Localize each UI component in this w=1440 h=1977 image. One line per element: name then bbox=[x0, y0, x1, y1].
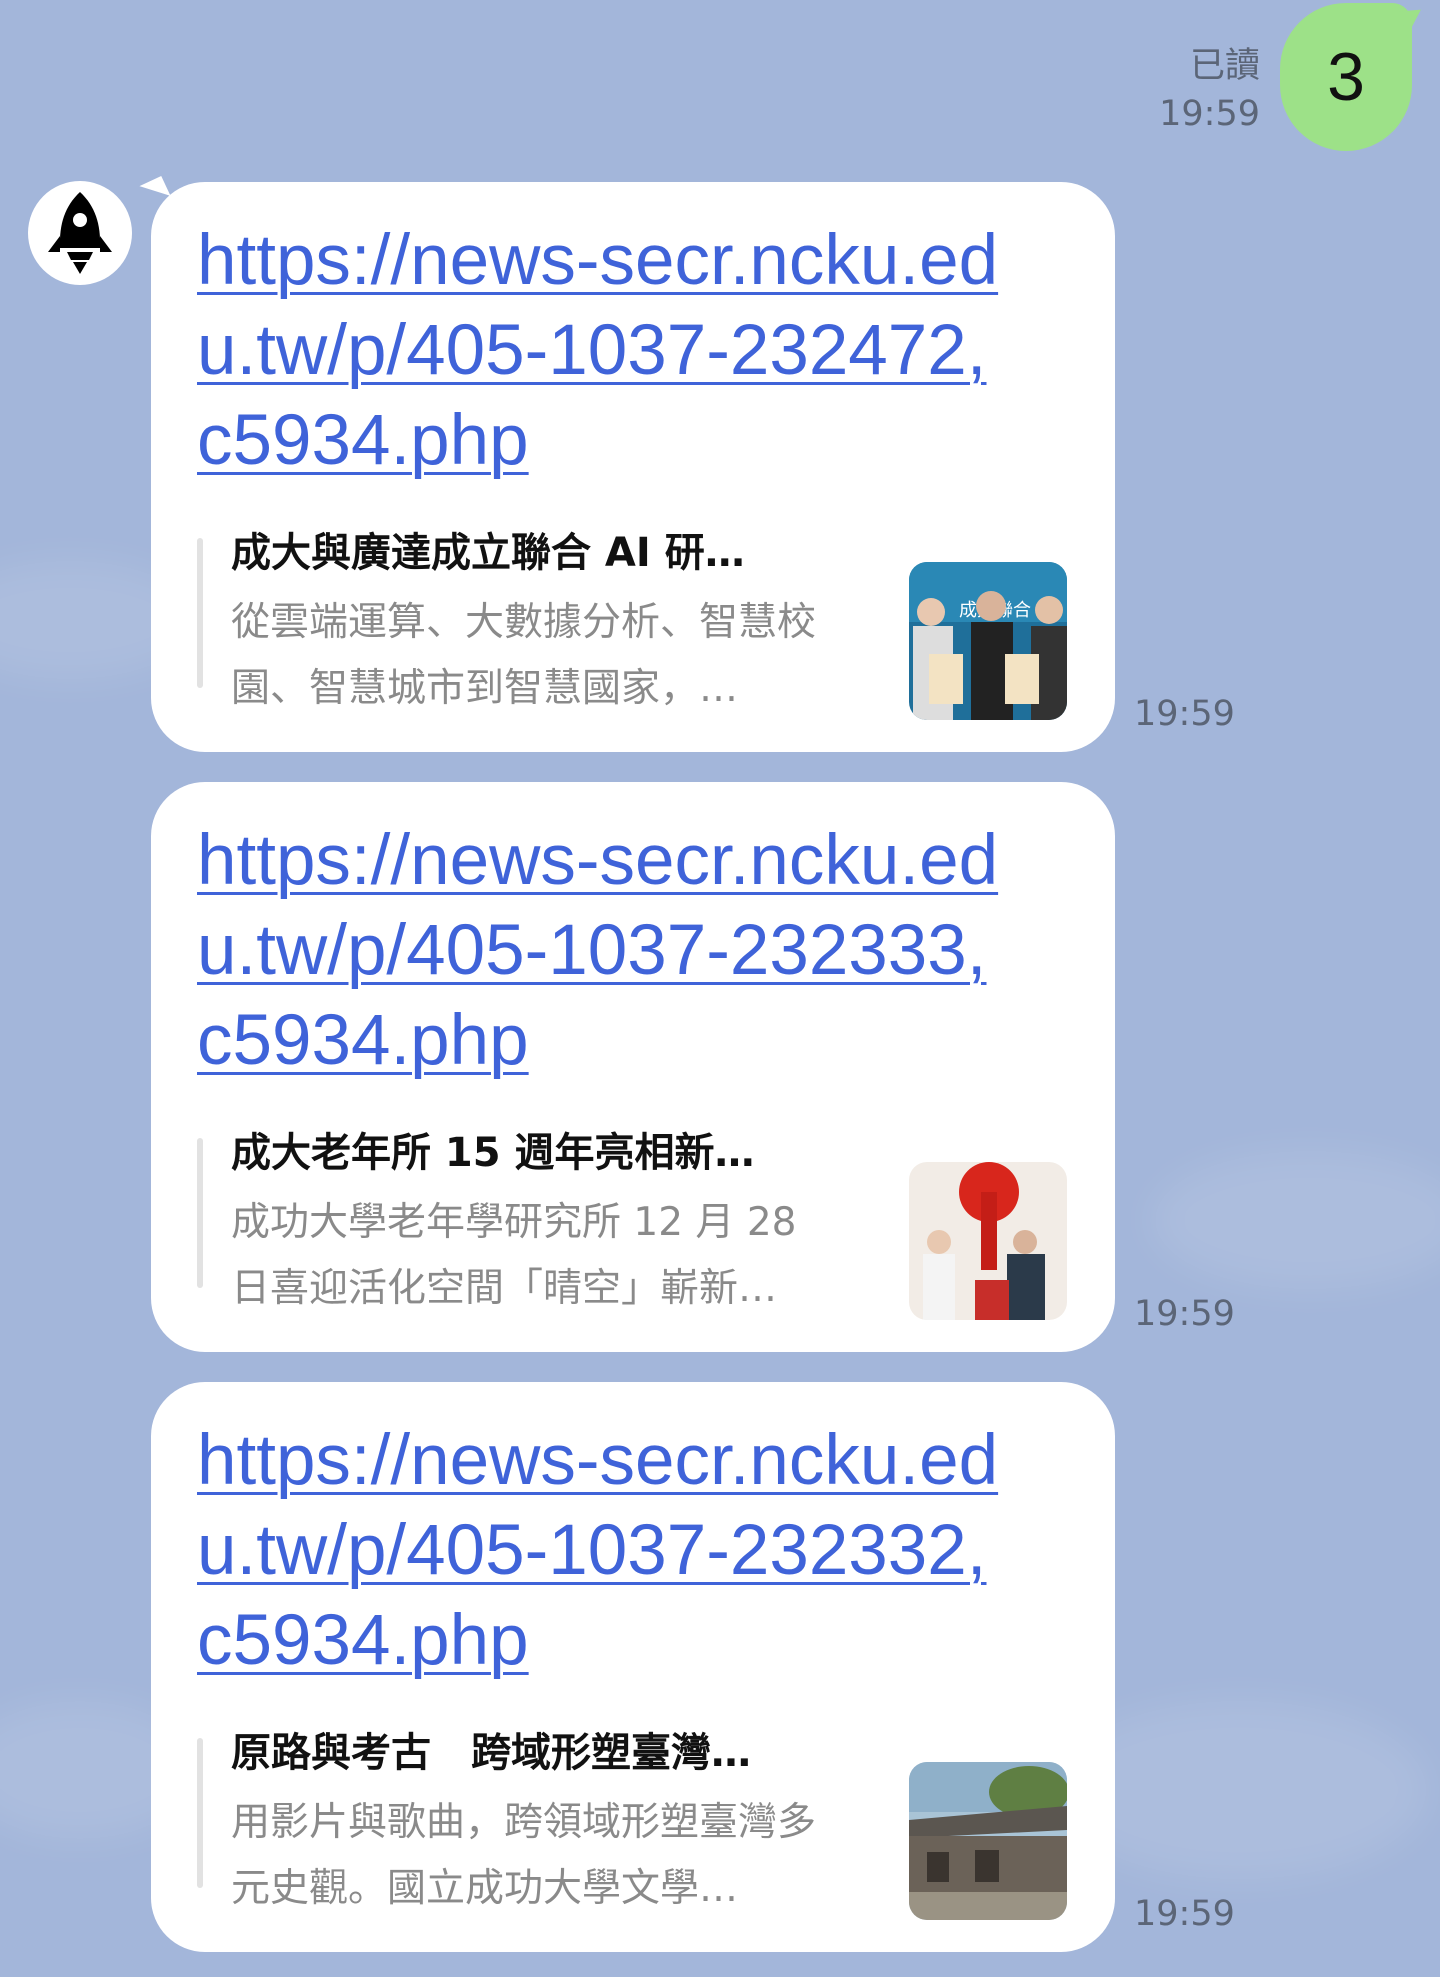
sent-time: 19:59 bbox=[1159, 94, 1260, 134]
message-link[interactable]: https://news-secr.ncku.edu.tw/p/405-1037… bbox=[197, 1416, 1017, 1686]
preview-thumbnail[interactable]: 成大聯合 bbox=[909, 562, 1067, 720]
message-link[interactable]: https://news-secr.ncku.edu.tw/p/405-1037… bbox=[197, 216, 1017, 486]
preview-description: 成功大學老年學研究所 12 月 28 日喜迎活化空間「晴空」嶄新… bbox=[231, 1200, 797, 1311]
rocket-icon bbox=[48, 192, 112, 274]
message-time: 19:59 bbox=[1134, 1894, 1235, 1934]
message-time: 19:59 bbox=[1134, 694, 1235, 734]
preview-title: 原路與考古 跨域形塑臺灣… bbox=[231, 1730, 751, 1776]
sent-message-meta: 已讀 19:59 bbox=[1159, 42, 1260, 138]
link-message[interactable]: https://news-secr.ncku.edu.tw/p/405-1037… bbox=[151, 1382, 1235, 1952]
sent-message-text: 3 bbox=[1327, 39, 1365, 115]
preview-divider bbox=[197, 538, 203, 688]
link-message[interactable]: https://news-secr.ncku.edu.tw/p/405-1037… bbox=[151, 182, 1235, 752]
preview-divider bbox=[197, 1738, 203, 1888]
preview-description: 從雲端運算、大數據分析、智慧校園、智慧城市到智慧國家，… bbox=[231, 600, 817, 711]
preview-title: 成大與廣達成立聯合 AI 研… bbox=[231, 530, 745, 576]
link-message[interactable]: https://news-secr.ncku.edu.tw/p/405-1037… bbox=[151, 782, 1235, 1352]
preview-description: 用影片與歌曲，跨領域形塑臺灣多元史觀。國立成功大學文學… bbox=[231, 1800, 817, 1911]
read-status: 已讀 bbox=[1189, 46, 1260, 86]
preview-thumbnail[interactable] bbox=[909, 1162, 1067, 1320]
sent-message-bubble[interactable]: 3 bbox=[1280, 3, 1412, 151]
preview-title: 成大老年所 15 週年亮相新… bbox=[231, 1130, 755, 1176]
message-link[interactable]: https://news-secr.ncku.edu.tw/p/405-1037… bbox=[197, 816, 1017, 1086]
preview-divider bbox=[197, 1138, 203, 1288]
preview-thumbnail[interactable] bbox=[909, 1762, 1067, 1920]
background-cloud bbox=[1150, 1150, 1440, 1290]
avatar[interactable] bbox=[28, 181, 132, 285]
message-time: 19:59 bbox=[1134, 1294, 1235, 1334]
